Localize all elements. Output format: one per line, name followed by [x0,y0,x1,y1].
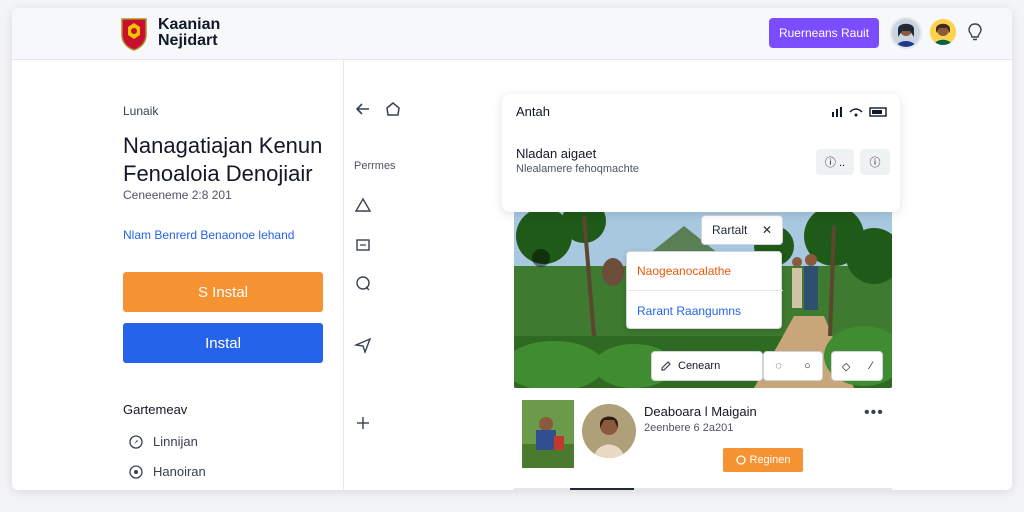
send-icon[interactable] [354,336,372,354]
header-primary-button[interactable]: Ruerneans Rauit [769,18,879,48]
status-icons [832,107,887,117]
card-description: Nlealamere fehoqmachte [516,163,639,175]
page-meta: Ceneeneme 2:8 201 [123,188,232,202]
menu-item[interactable]: Naogeanocalathe [637,264,731,278]
option-item[interactable]: Linnijan [129,434,198,449]
post-date: 2eenbere 6 2a201 [644,422,734,434]
home-icon[interactable] [384,100,402,118]
post-action-button[interactable]: Reginen [723,448,803,472]
person-icon [582,404,636,458]
install-button-orange[interactable]: S Instal [123,272,323,312]
more-options-icon[interactable]: ••• [864,404,884,422]
page-title-line-1: Nanagatiajan Kenun [123,133,323,158]
install-button-blue[interactable]: Instal [123,323,323,363]
breadcrumb[interactable]: Lunaik [123,104,158,118]
icon-rail: Perrmes [344,60,404,490]
circle-icon[interactable]: ○ [804,360,811,372]
thumbnail-image [522,400,574,468]
menu-divider [627,290,783,291]
photo-tooltip: Rartalt ✕ [701,215,783,245]
shield-logo-icon [121,18,147,51]
post-divider-highlight [570,488,634,490]
close-icon[interactable]: ✕ [762,223,772,237]
post-avatar[interactable] [582,404,636,458]
gallery-icon[interactable] [354,236,372,254]
top-bar: Kaanian Nejidart Ruerneans Rauit [12,8,1012,60]
left-panel: Lunaik Nanagatiajan Kenun Fenoaloia Deno… [12,60,344,490]
option-label: Linnijan [153,434,198,449]
person-icon [892,19,920,47]
user-avatar[interactable] [890,17,922,49]
page-title: Nanagatiajan Kenun Fenoaloia Denojiair [123,132,322,188]
chat-icon[interactable]: ◌ [775,360,782,372]
chat-bubble-icon[interactable] [354,274,372,292]
brand-line-2: Nejidart [158,32,218,49]
secondary-avatar[interactable] [930,19,956,45]
compass-icon [129,434,143,449]
comment-field[interactable]: Cenearn [651,351,763,381]
move-icon[interactable] [354,414,372,432]
context-menu: Naogeanocalathe Rarant Raangumns [626,251,783,329]
page-title-line-2: Fenoaloia Denojiair [123,161,313,186]
menu-item[interactable]: Rarant Raangumns [637,304,741,318]
link-icon [735,455,746,465]
info-link[interactable]: Nlam Benrerd Benaonoe lehand [123,228,294,242]
section-title: Gartemeav [123,402,188,417]
settings-icon [129,464,143,479]
post-author[interactable]: Deaboara l Maigain [644,404,757,419]
play-icon[interactable] [532,249,550,267]
reaction-group: ◌ ○ [763,351,823,381]
card-title: Antah [516,104,550,119]
post-thumbnail[interactable] [522,400,574,468]
tag-icon[interactable]: ◇ [842,360,850,373]
card-subtitle: Nladan aigaet [516,146,597,161]
triangle-icon[interactable] [354,196,372,214]
tooltip-label: Rartalt [712,223,748,237]
person-thumbnail [602,258,624,286]
post-action-label: Reginen [749,454,791,466]
brand-name: Kaanian Nejidart [158,17,220,49]
back-arrow-icon[interactable] [354,100,372,118]
post-item: Deaboara l Maigain 2eenbere 6 2a201 ••• … [514,388,892,490]
comment-label: Cenearn [678,360,721,372]
card-info-button[interactable]: ⓘ .. [816,149,854,175]
option-label: Hanoiran [153,464,206,479]
slash-icon[interactable]: ⁄ [870,360,872,372]
rail-label: Perrmes [354,160,396,172]
app-window: Kaanian Nejidart Ruerneans Rauit Lunaik … [12,8,1012,490]
option-item[interactable]: Hanoiran [129,464,206,479]
edit-icon [661,361,671,371]
card-info-button-small[interactable]: ⓘ [860,149,890,175]
tool-group: ◇ ⁄ [831,351,883,381]
person-icon [930,19,956,45]
notification-card: Antah Nladan aigaet Nlealamere fehoqmach… [502,94,900,212]
brand-line-1: Kaanian [158,16,221,33]
lightbulb-icon[interactable] [968,23,982,41]
